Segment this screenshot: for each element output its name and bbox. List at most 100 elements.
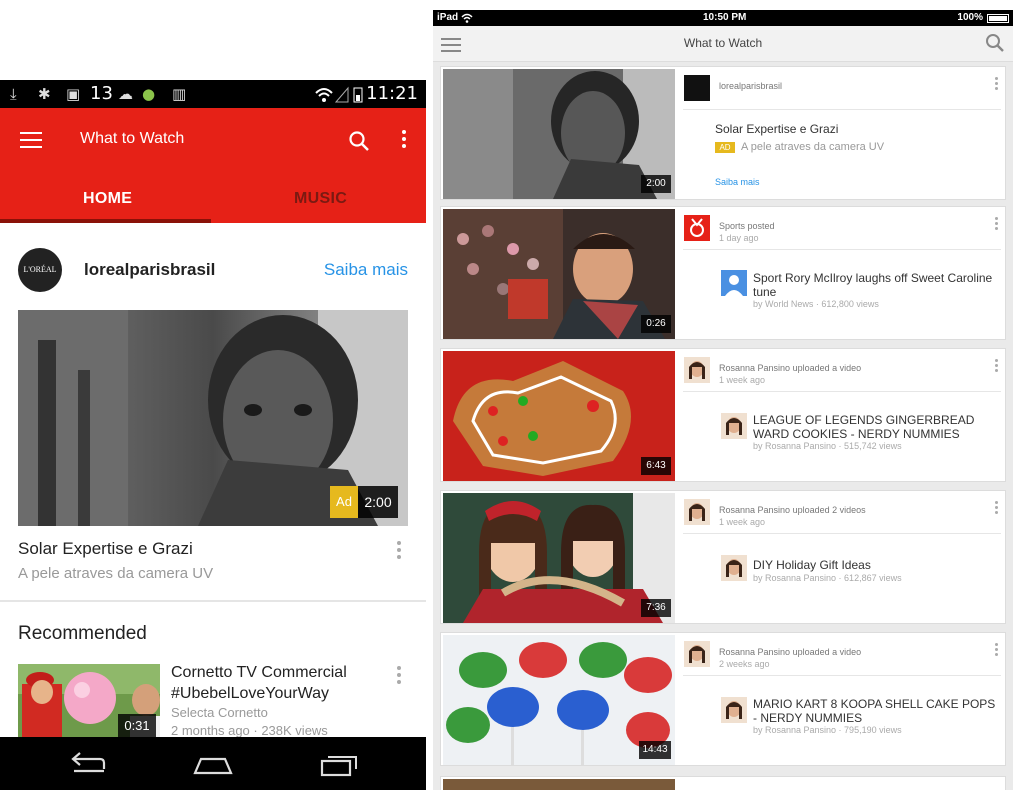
channel-mini-avatar [721,413,747,439]
feed-card[interactable]: 0:26 Sports posted 1 day ago Sport Rory … [440,206,1006,340]
search-icon[interactable] [348,130,370,152]
card-poster[interactable]: Rosanna Pansino [719,363,790,373]
card-divider [683,675,1001,676]
video-duration: 6:43 [641,457,671,475]
signal-icons [315,86,363,103]
status-clock: 11:21 [366,83,418,104]
tab-home[interactable]: HOME [83,190,132,208]
card-divider [683,533,1001,534]
recommended-video-title[interactable]: Cornetto TV Commercial #UbebelLoveYourWa… [171,662,391,704]
ipad-status-bar: iPad 10:50 PM 100% [433,10,1013,26]
recommended-meta: 2 months ago · 238K views [171,723,328,738]
menu-icon[interactable] [20,132,42,148]
ipad-screen: iPad 10:50 PM 100% What to Watch 2:00 lo… [433,10,1013,790]
device-label: iPad [437,12,459,23]
card-byline: by World News · 612,800 views [753,299,879,309]
android-icon: ● [142,85,156,103]
video-more-icon[interactable] [397,666,401,684]
tab-bar: HOME MUSIC [0,186,426,223]
ipad-nav-bar: What to Watch [433,26,1013,62]
video-more-icon[interactable] [397,541,401,559]
card-verb: uploaded 2 videos [790,505,866,515]
promoted-header: L'ORÉAL lorealparisbrasil Saiba mais [18,248,413,292]
feed-card[interactable]: 14:43 Rosanna Pansino uploaded a video 2… [440,632,1006,766]
card-poster-line: Rosanna Pansino uploaded a video [719,647,861,657]
card-video-title[interactable]: LEAGUE OF LEGENDS GINGERBREAD WARD COOKI… [753,413,1001,441]
channel-mini-avatar [721,697,747,723]
video-duration: 2:00 [641,175,671,193]
card-poster[interactable]: lorealparisbrasil [719,81,782,91]
card-verb: uploaded a video [790,363,862,373]
promoted-video-title[interactable]: Solar Expertise e Grazi [18,539,193,559]
section-divider [0,600,426,602]
card-verb: uploaded a video [790,647,862,657]
channel-avatar[interactable] [684,357,710,383]
more-options-icon[interactable] [402,130,408,150]
card-poster-line: Rosanna Pansino uploaded a video [719,363,861,373]
card-time: 1 week ago [719,517,766,527]
saiba-mais-link[interactable]: Saiba mais [324,260,408,280]
card-poster[interactable]: Rosanna Pansino [719,505,790,515]
recommended-channel: Selecta Cornetto [171,705,268,720]
card-byline: by Rosanna Pansino · 612,867 views [753,573,902,583]
screenshot-composite: ⤓ ✱ ▣ 13 ☁ ● ▥ 11:21 What to Watch HOME … [0,0,1013,790]
card-poster[interactable]: Sports [719,221,745,231]
promoted-video-subtitle: A pele atraves da camera UV [18,565,214,582]
feed-card[interactable]: 7:36 Rosanna Pansino uploaded 2 videos 1… [440,490,1006,624]
card-divider [683,249,1001,250]
card-video-title[interactable]: Sport Rory McIlroy laughs off Sweet Caro… [753,271,1001,299]
ipad-title: What to Watch [683,36,763,50]
channel-avatar[interactable]: L'ORÉAL [18,248,62,292]
card-divider [683,109,1001,110]
card-video-title[interactable]: DIY Holiday Gift Ideas [753,558,1001,572]
section-title: Recommended [18,623,147,644]
battery-percent: 100% [957,12,983,23]
card-time: 1 week ago [719,375,766,385]
card-more-icon[interactable] [995,359,998,373]
ad-badge: Ad [330,486,358,518]
card-more-icon[interactable] [995,643,998,657]
back-icon[interactable] [68,751,108,777]
card-video-subtitle: A pele atraves da camera UV [741,141,885,153]
card-more-icon[interactable] [995,77,998,91]
tab-music[interactable]: MUSIC [294,190,347,208]
card-time: 1 day ago [719,233,759,243]
channel-mini-avatar [721,555,747,581]
search-icon[interactable] [985,33,1005,53]
video-duration: 0:26 [641,315,671,333]
video-thumbnail[interactable] [443,779,675,790]
video-duration: 14:43 [639,741,671,759]
card-video-title[interactable]: MARIO KART 8 KOOPA SHELL CAKE POPS - NER… [753,697,1001,725]
card-poster[interactable]: Rosanna Pansino [719,647,790,657]
feed-card-ad[interactable]: 2:00 lorealparisbrasil Solar Expertise e… [440,66,1006,200]
feed-card-partial[interactable] [440,776,1006,790]
video-duration: 7:36 [641,599,671,617]
card-poster-line: Sports posted [719,221,775,231]
feed-card[interactable]: 6:43 Rosanna Pansino uploaded a video 1 … [440,348,1006,482]
channel-avatar[interactable] [684,641,710,667]
card-poster-line: Rosanna Pansino uploaded 2 videos [719,505,866,515]
channel-avatar[interactable] [684,499,710,525]
channel-avatar[interactable] [684,75,710,101]
ad-badge: AD [715,142,735,153]
tab-indicator [0,219,211,223]
status-time: 10:50 PM [703,12,747,23]
user-avatar-icon [721,270,747,296]
card-more-icon[interactable] [995,217,998,231]
video-duration: 0:31 [118,714,156,738]
saiba-mais-link[interactable]: Saiba mais [715,177,760,187]
card-byline: by Rosanna Pansino · 515,742 views [753,441,902,451]
channel-name[interactable]: lorealparisbrasil [84,260,215,280]
card-time: 2 weeks ago [719,659,770,669]
card-more-icon[interactable] [995,501,998,515]
card-verb: posted [745,221,775,231]
card-video-title[interactable]: Solar Expertise e Grazi [715,122,963,136]
recent-apps-icon[interactable] [318,751,358,777]
card-divider [683,391,1001,392]
battery-icon [987,14,1009,23]
sports-channel-icon[interactable] [684,215,710,241]
android-status-bar: ⤓ ✱ ▣ 13 ☁ ● ▥ 11:21 [0,80,426,108]
home-icon[interactable] [193,751,233,777]
barcode-icon: ▥ [172,85,187,103]
notification-count: 13 [90,83,113,104]
